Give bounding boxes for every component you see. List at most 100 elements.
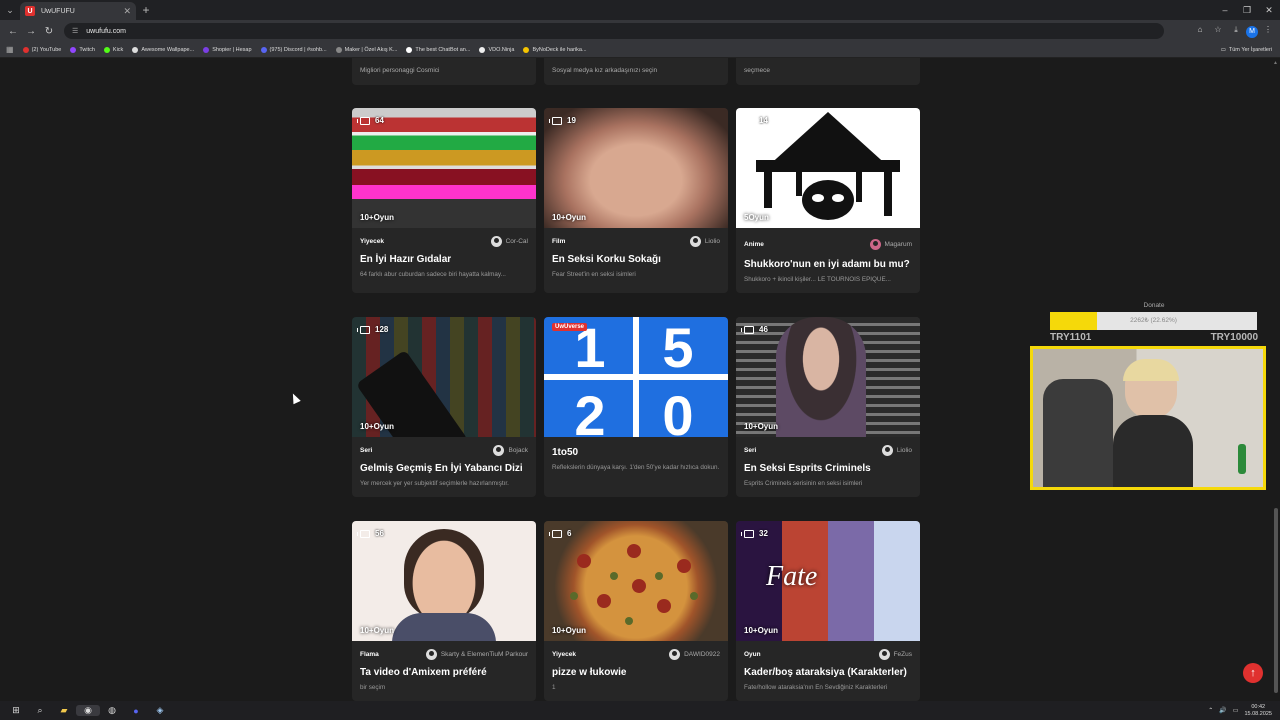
item-count: 19: [549, 116, 576, 125]
uwufufu-favicon-icon: U: [25, 6, 35, 16]
bookmark-wallpaper[interactable]: Awesome Wallpape...: [132, 46, 194, 53]
apps-grid-icon[interactable]: ▦: [6, 45, 14, 54]
user-avatar-icon: [869, 239, 881, 250]
bookmark-chatbot[interactable]: The best ChatBot an...: [406, 46, 470, 53]
card-category: Seri: [744, 447, 757, 454]
cards-icon: [741, 116, 754, 125]
card-thumbnail: 14 5Oyun: [736, 108, 920, 228]
bookmarks-bar: ▦ (2) YouTube Twitch Kick Awesome Wallpa…: [0, 42, 1280, 58]
bookmark-youtube[interactable]: (2) YouTube: [22, 46, 61, 53]
network-icon[interactable]: ▭: [1233, 707, 1239, 714]
card-thumbnail: 46 10+Oyun: [736, 317, 920, 437]
reload-icon[interactable]: ↻: [40, 26, 58, 37]
webcam-overlay: [1030, 346, 1266, 490]
game-card[interactable]: 56 10+Oyun Flama Skarty & ElemenTiuM Par…: [352, 521, 536, 701]
start-icon[interactable]: ⊞: [4, 705, 28, 716]
new-tab-icon[interactable]: +: [136, 3, 156, 17]
card-description: Fate/hollow ataraksia'nın En Sevdiğiniz …: [744, 684, 888, 691]
tray-chevron-icon[interactable]: ⌃: [1208, 707, 1213, 714]
card-category: Flama: [360, 651, 379, 658]
card-author[interactable]: Liolio: [881, 445, 912, 456]
card-description: Yer mercek yer yer subjektif seçimlerle …: [360, 480, 509, 487]
browser-tab[interactable]: U UwUFUFU ✕: [20, 2, 136, 20]
shirt-shape: [392, 613, 496, 641]
bookmark-bynodeck[interactable]: ByNoDeck ile harika...: [523, 46, 587, 53]
search-icon[interactable]: ⌕: [28, 705, 52, 716]
card-title: Kader/boş ataraksiya (Karakterler): [744, 667, 907, 678]
steam-icon[interactable]: ◈: [148, 705, 172, 716]
back-icon[interactable]: ←: [4, 26, 22, 37]
bookmark-star-icon[interactable]: ☆: [1210, 25, 1226, 38]
game-card[interactable]: 1 5 2 0 UwUverse 1to50 Reflekslerin düny…: [544, 317, 728, 497]
user-icon: [493, 445, 505, 456]
forward-icon[interactable]: →: [22, 26, 40, 37]
window-controls: – ❐ ✕: [1214, 5, 1280, 16]
game-count-badge: 10+Oyun: [744, 626, 779, 635]
game-card[interactable]: 14 5Oyun Anime Magarum Shukkoro'nun en i…: [736, 108, 920, 293]
scroll-to-top-button[interactable]: ↑: [1243, 663, 1263, 683]
game-card[interactable]: 64 10+Oyun Yiyecek Cor-Cal En İyi Hazır …: [352, 108, 536, 293]
item-count: 32: [741, 529, 768, 538]
obs-icon[interactable]: ◍: [100, 705, 124, 716]
game-card[interactable]: 6 10+Oyun Yiyecek DAWID0922 pizze w łuko…: [544, 521, 728, 701]
card-author[interactable]: Liolio: [689, 236, 720, 247]
tab-list-icon[interactable]: ⌄: [0, 0, 20, 20]
item-count: 46: [741, 325, 768, 334]
card-partial[interactable]: Migliori personaggi Cosmici: [352, 58, 536, 85]
donate-widget: Donate 2262₺ (22.62%) TRY1101 TRY10000: [1050, 302, 1258, 343]
bookmark-twitch[interactable]: Twitch: [70, 46, 95, 53]
profile-avatar[interactable]: M: [1246, 25, 1258, 38]
taskbar-clock[interactable]: 00:42 15.08.2025: [1244, 704, 1272, 718]
card-description: bir seçim: [360, 684, 386, 691]
card-partial[interactable]: seçmece: [736, 58, 920, 85]
card-author[interactable]: Cor-Cal: [490, 236, 528, 247]
card-thumbnail: 6 10+Oyun: [544, 521, 728, 641]
card-partial[interactable]: Sosyal medya kız arkadaşınızı seçin: [544, 58, 728, 85]
windows-taskbar: ⊞ ⌕ ▰ ◉ ◍ ● ◈ ⌃ 🔊 ▭ 00:42 15.08.2025: [0, 701, 1280, 720]
menu-dots-icon[interactable]: ⋮: [1260, 25, 1276, 38]
bookmark-maker[interactable]: Maker | Özel Akış K...: [335, 46, 397, 53]
system-tray: ⌃ 🔊 ▭ 00:42 15.08.2025: [1208, 704, 1280, 718]
all-bookmarks-folder[interactable]: ▭ Tüm Yer İşaretleri: [1221, 47, 1272, 53]
game-card[interactable]: 19 10+Oyun Film Liolio En Seksi Korku So…: [544, 108, 728, 293]
volume-icon[interactable]: 🔊: [1219, 707, 1226, 714]
bookmark-discord[interactable]: (975) Discord | #sohb...: [260, 46, 327, 53]
cards-icon: [357, 116, 370, 125]
address-bar-row: ← → ↻ ☰ uwufufu.com ⌂ ☆ ⤓ M ⋮: [0, 20, 1280, 42]
page-scrollbar[interactable]: ▲: [1272, 58, 1280, 701]
bookmark-vdoninja[interactable]: VDO.Ninja: [479, 46, 514, 53]
card-author[interactable]: Bojack: [493, 445, 528, 456]
game-card[interactable]: Fate 32 10+Oyun Oyun FeZus Kader/boş ata…: [736, 521, 920, 701]
gaming-chair: [1043, 379, 1113, 487]
bookmark-shopier[interactable]: Shopier | Hesap: [203, 46, 252, 53]
game-card[interactable]: 46 10+Oyun Seri Liolio En Seksi Esprits …: [736, 317, 920, 497]
url-input[interactable]: ☰ uwufufu.com: [64, 23, 1164, 39]
user-icon: [878, 649, 890, 660]
streamer-body: [1113, 415, 1193, 487]
scrollbar-thumb[interactable]: [1274, 508, 1278, 693]
site-info-icon[interactable]: ☰: [72, 27, 78, 35]
card-author[interactable]: DAWID0922: [669, 649, 720, 660]
minimize-icon[interactable]: –: [1214, 5, 1236, 16]
card-description: Fear Street'in en seksi isimleri: [552, 271, 636, 278]
scroll-up-arrow-icon[interactable]: ▲: [1273, 60, 1278, 66]
close-window-icon[interactable]: ✕: [1258, 5, 1280, 16]
chrome-icon[interactable]: ◉: [76, 705, 100, 716]
user-icon: [669, 649, 681, 660]
card-author[interactable]: Magarum: [869, 239, 912, 250]
card-category: Seri: [360, 447, 373, 454]
translate-icon[interactable]: ⌂: [1192, 25, 1208, 38]
discord-icon[interactable]: ●: [124, 706, 148, 716]
card-author[interactable]: FeZus: [878, 649, 912, 660]
restore-icon[interactable]: ❐: [1236, 5, 1258, 16]
cards-icon: [357, 325, 370, 334]
close-tab-icon[interactable]: ✕: [123, 6, 131, 17]
card-author[interactable]: Skarty & ElemenTiuM Parkour: [425, 649, 528, 660]
download-icon[interactable]: ⤓: [1228, 25, 1244, 38]
card-category: Anime: [744, 241, 764, 248]
file-explorer-icon[interactable]: ▰: [52, 705, 76, 716]
game-count-badge: 10+Oyun: [360, 213, 395, 222]
game-card[interactable]: 128 10+Oyun Seri Bojack Gelmiş Geçmiş En…: [352, 317, 536, 497]
item-count: 6: [549, 529, 571, 538]
bookmark-kick[interactable]: Kick: [103, 46, 123, 53]
